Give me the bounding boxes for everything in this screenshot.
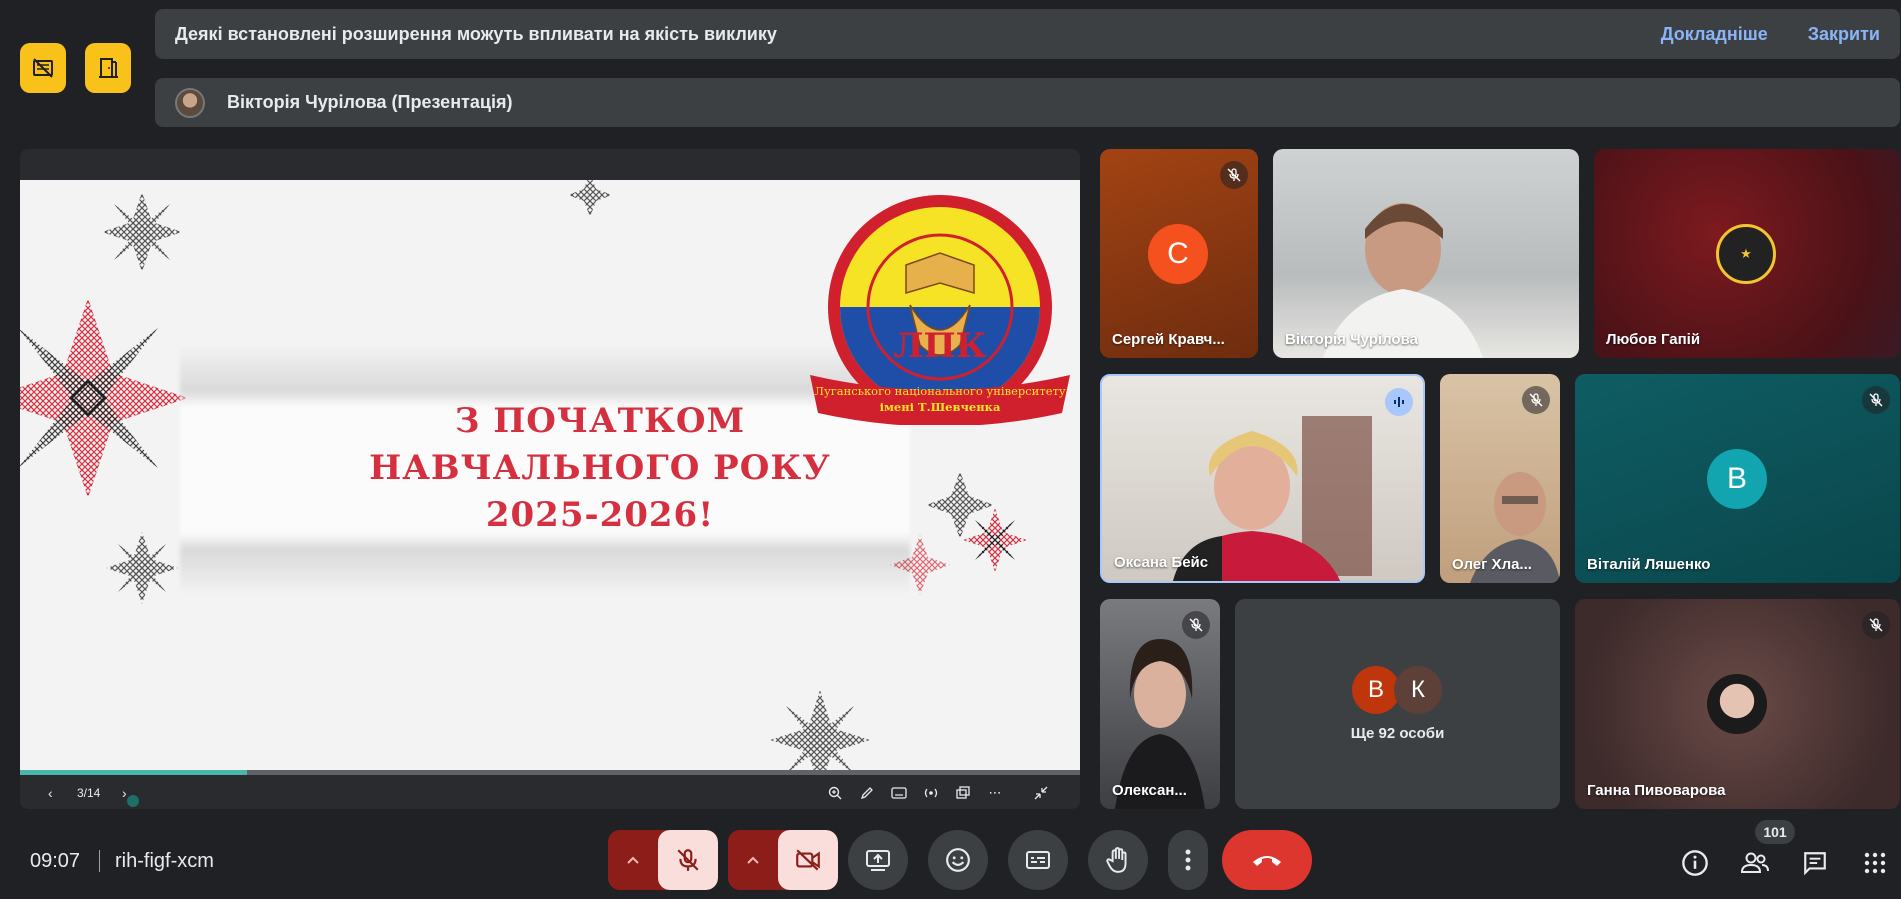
close-notice-button[interactable]: Закрити bbox=[1808, 24, 1880, 45]
logo-letters: ЛПК bbox=[893, 326, 986, 366]
presentation-area: З ПОЧАТКОМ НАВЧАЛЬНОГО РОКУ 2025-2026! Л… bbox=[20, 149, 1080, 809]
end-call-icon bbox=[1253, 856, 1281, 866]
participant-name: Любов Гапій bbox=[1606, 331, 1701, 348]
meeting-code: rih-figf-xcm bbox=[115, 850, 214, 872]
mic-off-icon bbox=[1862, 386, 1890, 414]
video-feed bbox=[1323, 203, 1483, 358]
learn-more-link[interactable]: Докладніше bbox=[1661, 24, 1768, 45]
audio-options-button[interactable] bbox=[608, 830, 658, 890]
participant-avatar: С bbox=[1148, 224, 1208, 284]
logo-ribbon-line1: Луганського національного університету bbox=[814, 384, 1066, 398]
participant-name: Сергей Кравч... bbox=[1112, 331, 1225, 348]
people-button[interactable] bbox=[1740, 848, 1770, 878]
apps-grid-icon bbox=[1864, 852, 1886, 874]
logo-ribbon-line2: імені Т.Шевченка bbox=[880, 400, 1001, 414]
camera-off-icon bbox=[796, 849, 820, 871]
slide-progress-fill bbox=[20, 770, 247, 775]
pop-out-icon[interactable] bbox=[954, 784, 972, 802]
hand-icon bbox=[1106, 847, 1127, 873]
participant-tile[interactable]: Вікторія Чурілова bbox=[1273, 149, 1579, 358]
activities-button[interactable] bbox=[1860, 848, 1890, 878]
slide-title: З ПОЧАТКОМ НАВЧАЛЬНОГО РОКУ 2025-2026! bbox=[360, 398, 840, 539]
participant-tile[interactable]: Олег Хла... bbox=[1440, 374, 1560, 583]
door-exit-icon[interactable] bbox=[85, 43, 131, 93]
call-controls-bar: 09:07 rih-figf-xcm 101 bbox=[0, 818, 1901, 899]
reactions-button[interactable] bbox=[928, 830, 988, 890]
slide-progress-bar[interactable] bbox=[20, 770, 1080, 775]
participant-avatar: К bbox=[1394, 666, 1442, 714]
participant-avatar-image: ★ bbox=[1716, 224, 1776, 284]
next-slide-icon[interactable]: › bbox=[122, 785, 127, 801]
participant-avatar: В bbox=[1352, 666, 1400, 714]
raise-hand-button[interactable] bbox=[1088, 830, 1148, 890]
mic-off-icon bbox=[1862, 611, 1890, 639]
divider bbox=[99, 850, 100, 872]
emoji-icon bbox=[946, 848, 970, 872]
mic-off-icon bbox=[1182, 611, 1210, 639]
presenter-avatar bbox=[175, 87, 205, 118]
chat-button[interactable] bbox=[1800, 848, 1830, 878]
pointer-cursor-icon bbox=[127, 795, 139, 807]
clock: 09:07 bbox=[30, 850, 81, 872]
zoom-in-icon[interactable] bbox=[826, 784, 844, 802]
participant-tile[interactable]: Оксана Бейс bbox=[1100, 374, 1425, 583]
participant-name: Ганна Пивоварова bbox=[1587, 782, 1726, 799]
people-count-badge: 101 bbox=[1755, 820, 1795, 844]
present-screen-icon bbox=[866, 850, 890, 871]
present-screen-button[interactable] bbox=[848, 830, 908, 890]
more-participants-tile[interactable]: В К Ще 92 особи bbox=[1235, 599, 1560, 809]
presenter-label: Вікторія Чурілова (Презентація) bbox=[227, 92, 513, 112]
participant-name: Віталій Ляшенко bbox=[1587, 556, 1711, 573]
captions-icon bbox=[1026, 851, 1050, 869]
mic-off-icon bbox=[677, 849, 699, 871]
more-participants-label: Ще 92 особи bbox=[1350, 725, 1445, 742]
participant-tile[interactable]: Ганна Пивоварова bbox=[1575, 599, 1900, 809]
participant-tile[interactable]: С Сергей Кравч... bbox=[1100, 149, 1258, 358]
slide-title-line1: З ПОЧАТКОМ bbox=[454, 401, 746, 441]
notice-text: Деякі встановлені розширення можуть впли… bbox=[175, 23, 777, 44]
video-options-button[interactable] bbox=[728, 830, 778, 890]
chat-icon bbox=[1804, 852, 1826, 876]
captions-button[interactable] bbox=[1008, 830, 1068, 890]
participant-name: Вікторія Чурілова bbox=[1285, 331, 1418, 348]
participant-name: Олег Хла... bbox=[1452, 556, 1532, 573]
slide: З ПОЧАТКОМ НАВЧАЛЬНОГО РОКУ 2025-2026! Л… bbox=[20, 180, 1080, 770]
participant-tile[interactable]: Олексан... bbox=[1100, 599, 1220, 809]
broadcast-icon[interactable] bbox=[922, 784, 940, 802]
participant-tile[interactable]: ★ Любов Гапій bbox=[1594, 149, 1900, 358]
extensions-notice-banner: Деякі встановлені розширення можуть впли… bbox=[155, 9, 1900, 59]
slide-toolbar: ⋯ bbox=[826, 777, 1050, 809]
speaking-indicator-icon bbox=[1385, 388, 1413, 416]
exit-fullscreen-icon[interactable] bbox=[1032, 784, 1050, 802]
annotate-pen-icon[interactable] bbox=[858, 784, 876, 802]
unmute-microphone-button[interactable] bbox=[658, 830, 718, 890]
more-vertical-icon bbox=[1185, 849, 1191, 871]
turn-on-camera-button[interactable] bbox=[778, 830, 838, 890]
participant-name: Оксана Бейс bbox=[1114, 554, 1209, 571]
mic-off-icon bbox=[1522, 386, 1550, 414]
participant-avatar-image bbox=[1707, 674, 1767, 734]
microphone-control bbox=[608, 830, 718, 890]
slide-title-line3: 2025-2026! bbox=[485, 495, 715, 535]
participant-tile[interactable]: В Віталій Ляшенко bbox=[1575, 374, 1900, 583]
info-icon bbox=[1682, 850, 1708, 876]
leave-call-button[interactable] bbox=[1222, 830, 1312, 890]
no-camera-effects-icon[interactable] bbox=[20, 43, 66, 93]
slide-page-counter: 3/14 bbox=[77, 786, 101, 800]
more-options-button[interactable] bbox=[1168, 830, 1208, 890]
more-options-icon[interactable]: ⋯ bbox=[986, 784, 1004, 802]
camera-control bbox=[728, 830, 838, 890]
college-logo: ЛПК Луганського національного університе… bbox=[810, 195, 1070, 430]
meeting-details-button[interactable] bbox=[1680, 848, 1710, 878]
participant-avatar: В bbox=[1707, 449, 1767, 509]
presenter-bar: Вікторія Чурілова (Презентація) bbox=[155, 78, 1900, 127]
participant-name: Олексан... bbox=[1112, 782, 1187, 799]
previous-slide-icon[interactable]: ‹ bbox=[48, 785, 53, 801]
people-icon bbox=[1740, 852, 1769, 873]
mic-off-icon bbox=[1220, 161, 1248, 189]
slide-title-line2: НАВЧАЛЬНОГО РОКУ bbox=[369, 448, 831, 488]
keyboard-icon[interactable] bbox=[890, 784, 908, 802]
video-feed bbox=[1173, 416, 1372, 581]
